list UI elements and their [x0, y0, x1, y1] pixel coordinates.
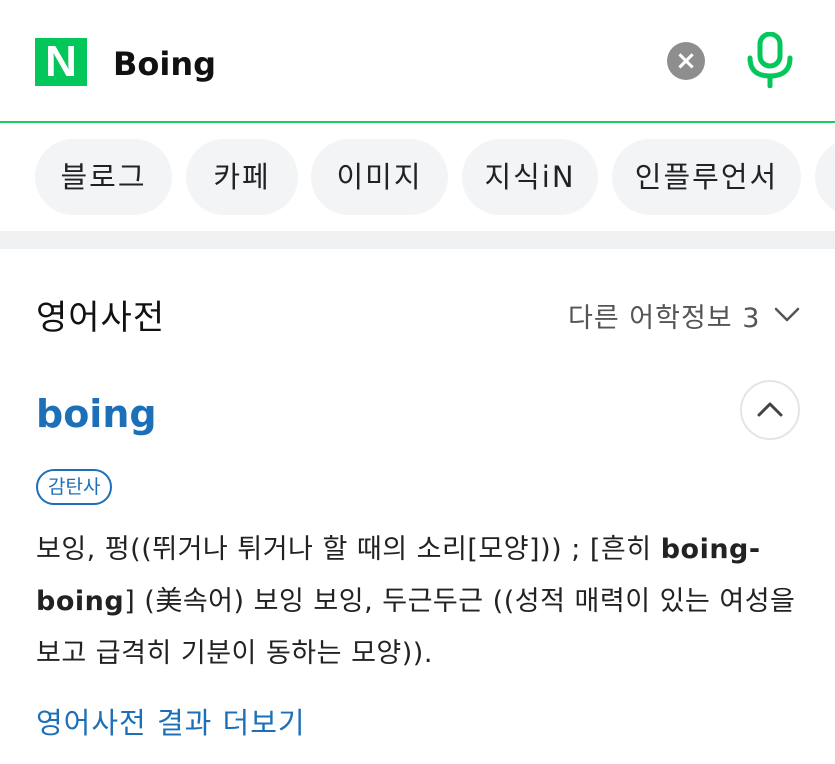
section-divider [0, 231, 835, 249]
tab-blog[interactable]: 블로그 [35, 139, 172, 215]
search-input[interactable]: Boing [113, 40, 216, 88]
tab-knowledge-in[interactable]: 지식iN [462, 139, 598, 215]
chevron-down-icon[interactable] [772, 300, 802, 330]
microphone-icon [747, 31, 793, 89]
search-header: N Boing × [0, 0, 835, 123]
naver-logo[interactable]: N [35, 38, 87, 86]
category-tabs: 블로그 카페 이미지 지식iN 인플루언서 [0, 123, 835, 231]
definition-text: 보잉, 펑((뛰거나 튀거나 할 때의 소리[모양])) ; [흔히 boing… [36, 524, 806, 680]
more-language-info-button[interactable]: 다른 어학정보 3 [568, 296, 760, 335]
voice-search-button[interactable] [745, 31, 795, 89]
collapse-button[interactable] [740, 380, 800, 440]
tab-more-partial[interactable] [815, 139, 835, 215]
clear-search-button[interactable]: × [667, 42, 705, 80]
tab-images[interactable]: 이미지 [311, 139, 448, 215]
tab-influencer[interactable]: 인플루언서 [612, 139, 801, 215]
entry-word[interactable]: boing [36, 392, 157, 436]
definition-text-part2: ] (美속어) 보잉 보잉, 두근두근 ((성적 매력이 있는 여성을 보고 급… [36, 586, 796, 669]
section-title: 영어사전 [36, 298, 166, 338]
close-icon: × [675, 46, 697, 76]
part-of-speech-badge: 감탄사 [36, 469, 113, 505]
definition-text-part1: 보잉, 펑((뛰거나 튀거나 할 때의 소리[모양])) ; [흔히 [36, 534, 661, 565]
tab-cafe[interactable]: 카페 [186, 139, 298, 215]
chevron-up-icon [757, 402, 783, 417]
more-results-link[interactable]: 영어사전 결과 더보기 [36, 700, 306, 742]
